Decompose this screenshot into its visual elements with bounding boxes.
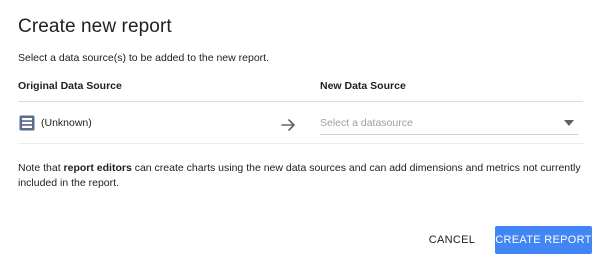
create-report-button[interactable]: CREATE REPORT — [495, 226, 592, 254]
original-source-header: Original Data Source — [18, 80, 122, 92]
dropdown-caret-icon[interactable] — [564, 120, 574, 126]
datasource-select-placeholder: Select a datasource — [320, 117, 413, 129]
datasource-select[interactable]: Select a datasource — [320, 112, 578, 135]
note-bold-text: report editors — [63, 162, 132, 174]
cancel-button[interactable]: CANCEL — [424, 226, 480, 254]
original-source-name: (Unknown) — [41, 117, 92, 129]
row-divider — [18, 143, 583, 144]
header-divider — [18, 101, 583, 102]
editor-note: Note that report editors can create char… — [18, 161, 583, 191]
table-icon — [19, 115, 35, 131]
create-report-dialog: Create new report Select a data source(s… — [0, 0, 600, 259]
note-prefix: Note that — [18, 162, 64, 174]
dialog-title: Create new report — [18, 16, 172, 37]
arrow-right-icon — [281, 119, 295, 131]
new-source-header: New Data Source — [320, 80, 406, 92]
dialog-subtitle: Select a data source(s) to be added to t… — [18, 52, 269, 64]
